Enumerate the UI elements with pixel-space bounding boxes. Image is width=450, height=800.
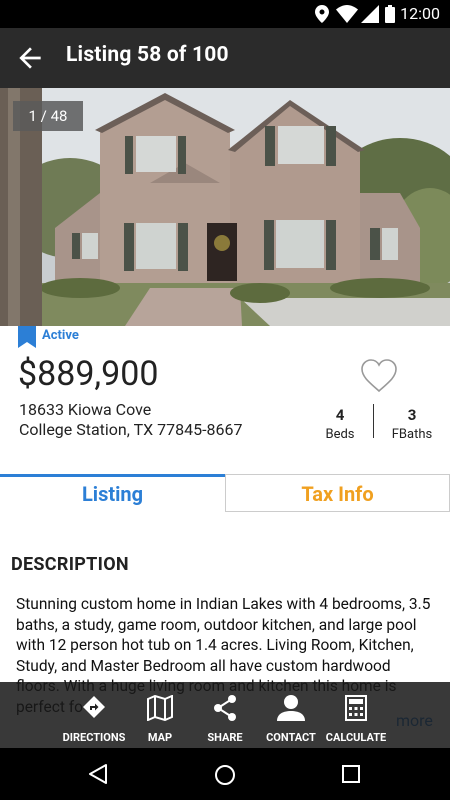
share-button[interactable]: SHARE (200, 682, 250, 748)
clock: 12:00 (400, 4, 440, 23)
tab-listing[interactable]: Listing (0, 474, 225, 512)
baths-value: 3 (407, 406, 417, 424)
calculate-button[interactable]: CALCULATE (324, 682, 388, 748)
map-button[interactable]: MAP (136, 682, 184, 748)
location-icon (315, 5, 329, 23)
directions-label: DIRECTIONS (62, 731, 126, 744)
bookmark-icon (18, 326, 36, 348)
map-icon (147, 695, 173, 721)
listing-status: Active (42, 328, 79, 343)
baths-stat: 3 FBaths (377, 406, 447, 442)
share-label: SHARE (207, 731, 243, 744)
map-label: MAP (147, 731, 173, 744)
tab-tax-info[interactable]: Tax Info (225, 474, 450, 512)
calculate-label: CALCULATE (325, 731, 387, 744)
nav-back-icon[interactable] (88, 764, 108, 784)
beds-label: Beds (325, 427, 355, 442)
share-icon (214, 695, 236, 721)
listing-photo[interactable]: 1 / 48 (0, 88, 450, 326)
page-title: Listing 58 of 100 (66, 43, 229, 67)
action-bar: DIRECTIONS MAP SHARE CONTACT CALCULATE (0, 682, 450, 748)
description-heading: DESCRIPTION (11, 554, 129, 575)
system-nav-bar (0, 748, 450, 800)
favorite-heart-icon[interactable] (360, 358, 398, 394)
status-bar: 12:00 (0, 0, 450, 28)
stat-divider (373, 404, 374, 438)
calculator-icon (345, 695, 367, 721)
beds-value: 4 (335, 406, 345, 424)
contact-label: CONTACT (266, 731, 316, 744)
app-bar: Listing 58 of 100 (0, 28, 450, 88)
address-line1: 18633 Kiowa Cove (19, 400, 152, 419)
photo-counter: 1 / 48 (13, 101, 83, 131)
listing-price: $889,900 (18, 354, 159, 394)
directions-icon (83, 696, 105, 718)
contact-button[interactable]: CONTACT (262, 682, 320, 748)
address-line2: College Station, TX 77845-8667 (19, 420, 243, 439)
nav-recents-icon[interactable] (342, 765, 360, 783)
contact-icon (277, 695, 305, 721)
nav-home-icon[interactable] (214, 764, 236, 786)
baths-label: FBaths (391, 427, 433, 442)
tab-bar: Listing Tax Info (0, 474, 450, 512)
directions-button[interactable]: DIRECTIONS (58, 682, 130, 748)
wifi-icon (336, 5, 358, 23)
back-arrow-icon[interactable] (14, 42, 46, 74)
battery-icon (385, 5, 395, 23)
cell-signal-icon (361, 5, 379, 23)
beds-stat: 4 Beds (305, 406, 375, 442)
